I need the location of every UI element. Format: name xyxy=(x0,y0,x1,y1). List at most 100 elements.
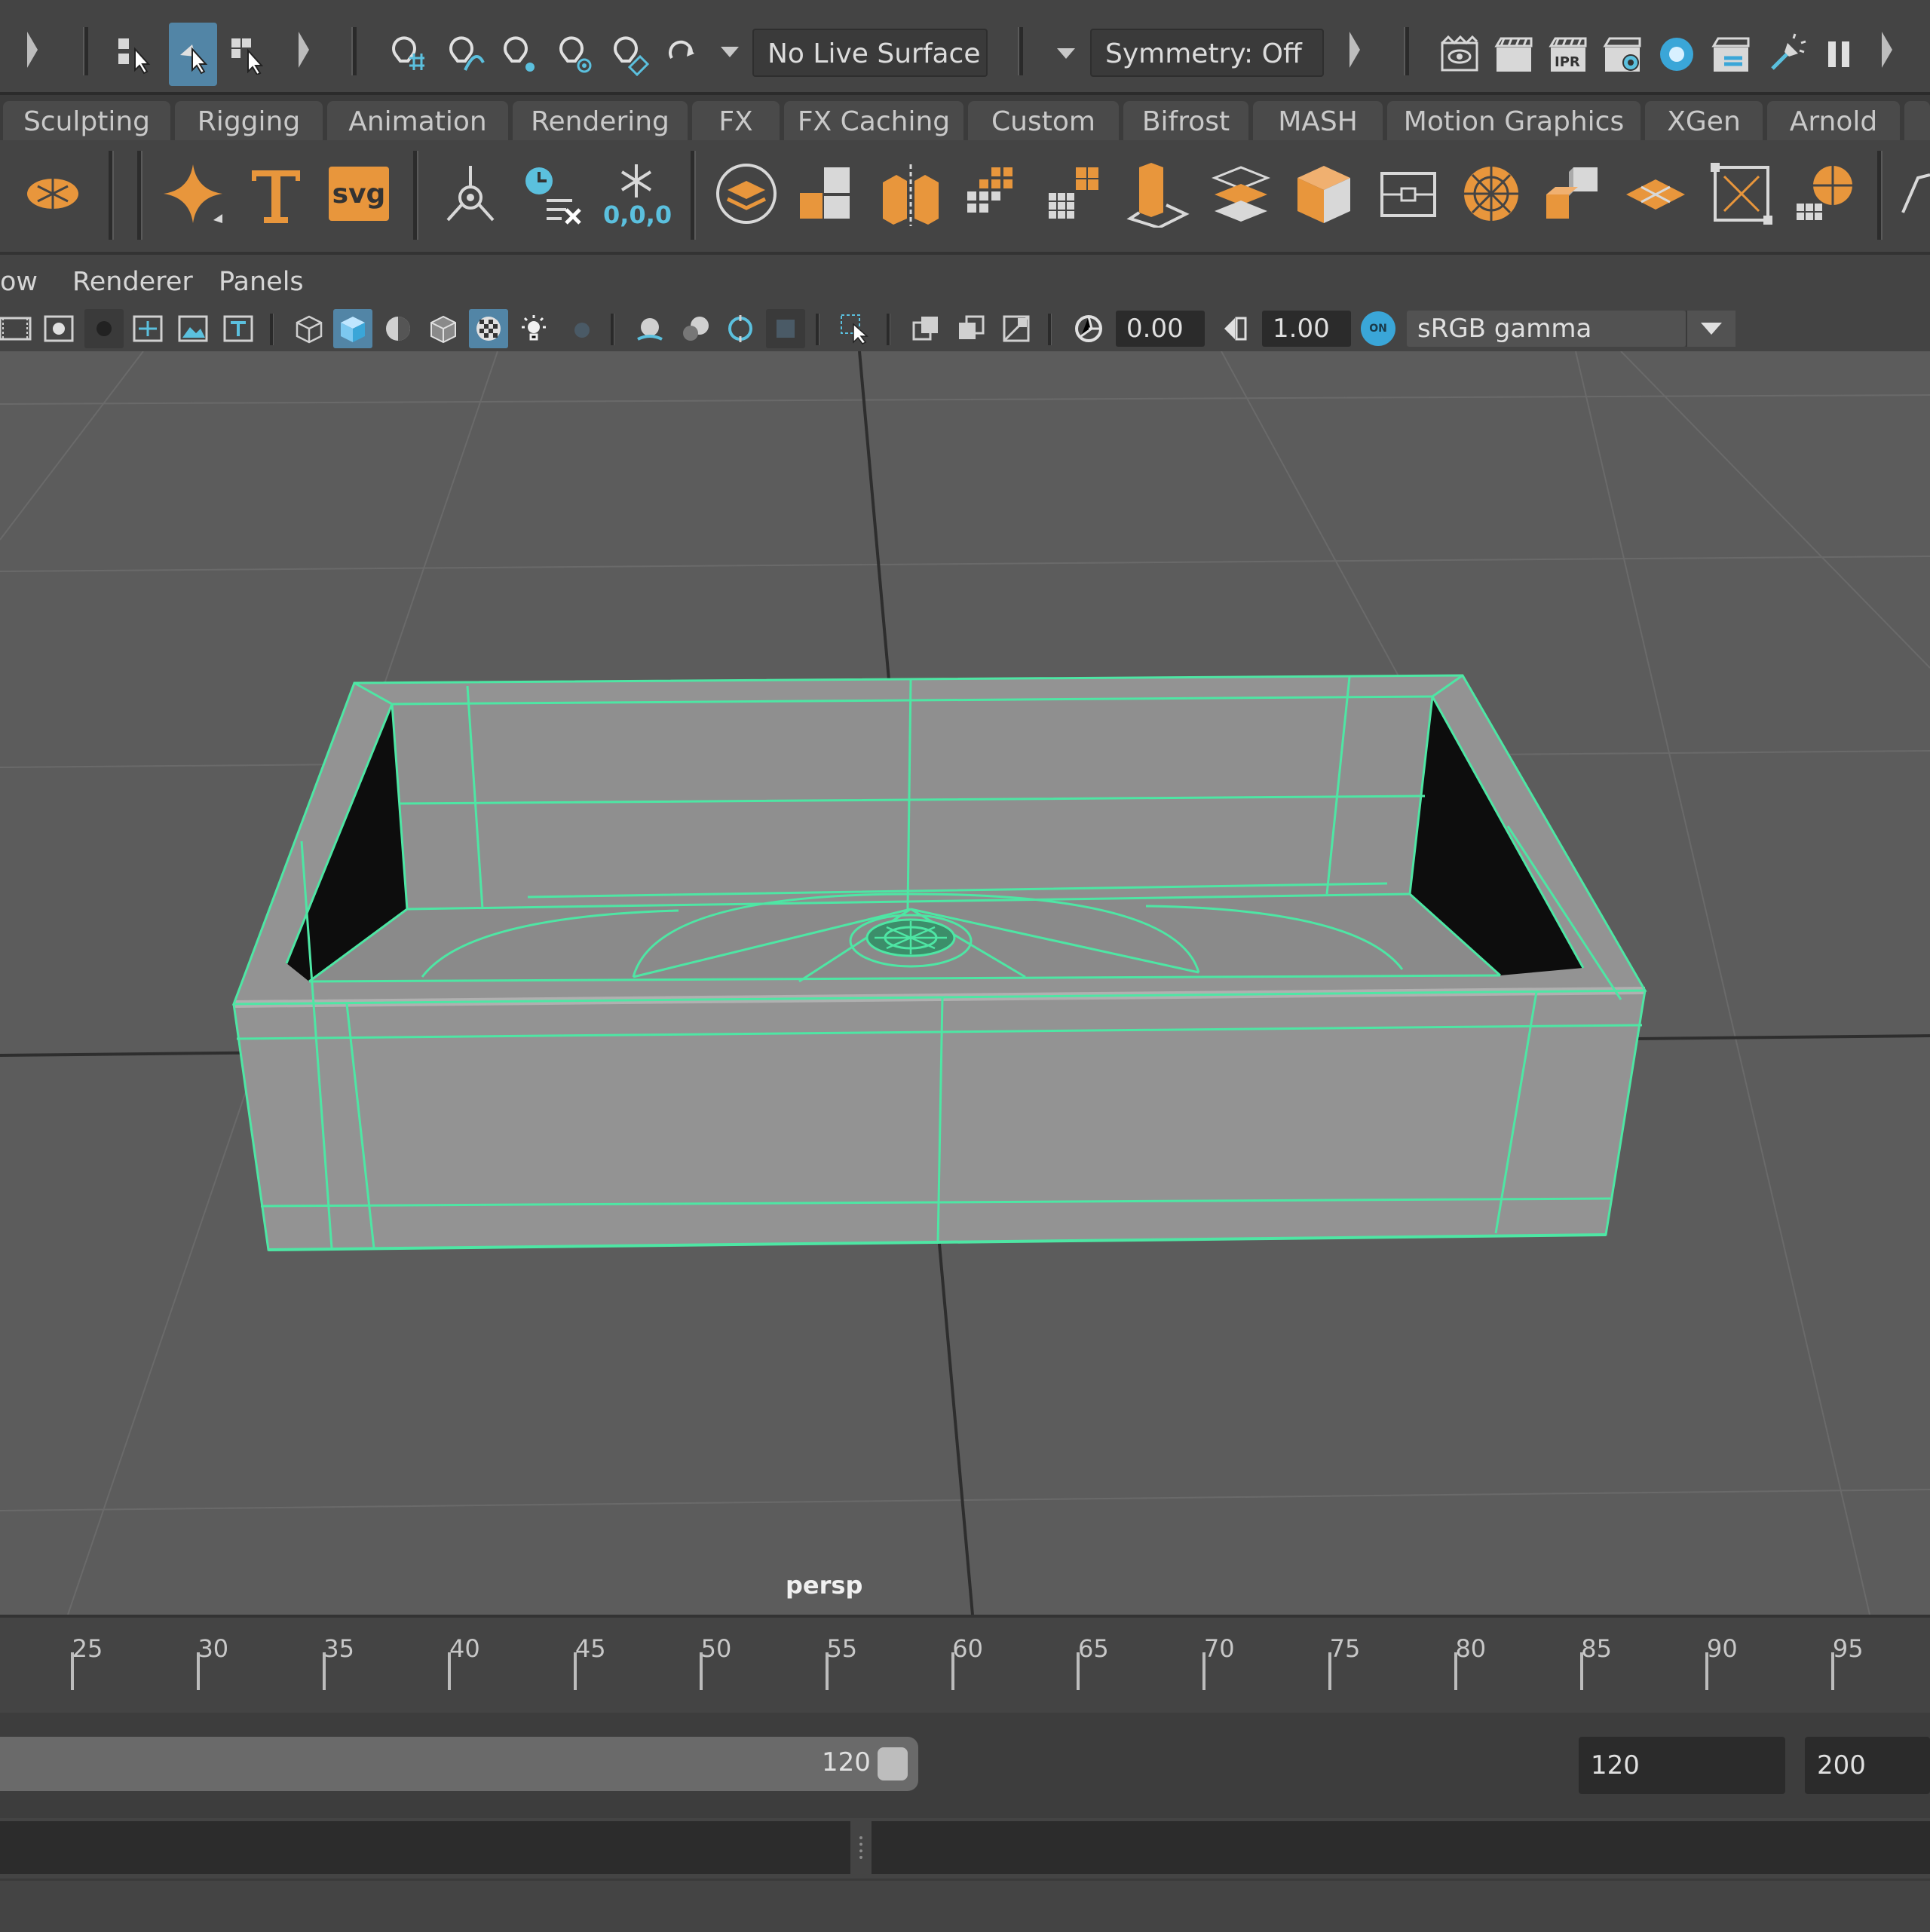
tab-animation[interactable]: Animation xyxy=(327,101,508,143)
make-live-icon[interactable] xyxy=(605,23,653,86)
select-by-component-icon[interactable] xyxy=(226,23,271,86)
xray-components-icon[interactable] xyxy=(997,309,1036,348)
smooth-shade-all-icon[interactable] xyxy=(333,309,372,348)
light-editor-icon[interactable] xyxy=(1763,23,1811,86)
tab-motion-graphics[interactable]: Motion Graphics xyxy=(1387,101,1640,143)
film-gate-icon[interactable] xyxy=(0,309,35,348)
sweep-mesh-icon[interactable] xyxy=(15,152,90,235)
textured-icon[interactable] xyxy=(469,309,508,348)
joint-tool-icon[interactable] xyxy=(433,152,508,235)
snap-together-icon[interactable] xyxy=(659,23,707,86)
uv-layout-icon[interactable] xyxy=(790,152,865,235)
playback-end-field[interactable]: 120 xyxy=(1579,1737,1785,1794)
bounding-box-icon[interactable] xyxy=(1371,152,1446,235)
wireframe-icon[interactable] xyxy=(290,309,329,348)
tab-bifrost[interactable]: Bifrost xyxy=(1123,101,1248,143)
render-current-frame-icon[interactable] xyxy=(1490,23,1538,86)
select-by-object-icon[interactable] xyxy=(169,23,217,86)
mirror-geometry-icon[interactable] xyxy=(873,152,948,235)
isolate-select-icon[interactable] xyxy=(835,309,875,348)
tab-custom[interactable]: Custom xyxy=(968,101,1119,143)
gamma-icon[interactable] xyxy=(1215,309,1254,348)
sparkle-star-icon[interactable] xyxy=(155,152,231,235)
poly-grid-icon[interactable] xyxy=(954,152,1030,235)
menu-panels[interactable]: Panels xyxy=(219,267,304,297)
delete-history-icon[interactable] xyxy=(516,152,591,235)
depth-of-field-icon[interactable] xyxy=(766,309,805,348)
resolution-gate-icon[interactable] xyxy=(39,309,78,348)
svg-icon[interactable]: svg xyxy=(321,152,397,235)
collapse-arrow-icon[interactable] xyxy=(299,32,309,68)
snap-to-grid-icon[interactable] xyxy=(383,23,431,86)
tab-fx[interactable]: FX xyxy=(692,101,780,143)
render-settings-icon[interactable] xyxy=(1598,23,1647,86)
scale-frame-icon[interactable] xyxy=(1704,152,1779,235)
xray-joints-icon[interactable] xyxy=(951,309,991,348)
exposure-icon[interactable] xyxy=(1069,309,1108,348)
field-chart-icon[interactable] xyxy=(128,309,167,348)
perspective-viewport[interactable]: persp xyxy=(0,351,1930,1615)
collapse-arrow-icon[interactable] xyxy=(1882,32,1892,68)
select-by-hierarchy-icon[interactable] xyxy=(113,23,158,86)
range-slider-bar[interactable] xyxy=(0,1737,918,1791)
collapse-arrow-icon[interactable] xyxy=(27,32,38,68)
symmetry-chevron-down-icon[interactable] xyxy=(1057,48,1075,59)
curve-tool-icon[interactable] xyxy=(1895,152,1930,235)
open-render-view-icon[interactable] xyxy=(1435,23,1484,86)
view-transform-dropdown[interactable] xyxy=(1686,311,1735,347)
exposure-field[interactable]: 0.00 xyxy=(1116,311,1205,347)
extrude-icon[interactable] xyxy=(1120,152,1196,235)
layered-planes-icon[interactable] xyxy=(1203,152,1279,235)
wireframe-on-shaded-icon[interactable] xyxy=(424,309,463,348)
shadows-icon[interactable] xyxy=(559,309,599,348)
screen-space-ao-icon[interactable] xyxy=(630,309,669,348)
snap-to-curve-icon[interactable] xyxy=(440,23,489,86)
gate-mask-icon[interactable] xyxy=(84,309,124,348)
symmetry-field[interactable]: Symmetry: Off xyxy=(1090,29,1324,77)
command-input[interactable] xyxy=(0,1821,850,1874)
collapse-arrow-icon[interactable] xyxy=(1349,32,1360,68)
menu-show[interactable]: ow xyxy=(0,267,38,297)
poly-sphere-icon[interactable] xyxy=(1454,152,1529,235)
color-management-toggle-icon[interactable]: ON xyxy=(1359,309,1398,348)
poly-reduce-icon[interactable] xyxy=(1037,152,1113,235)
sphere-grid-icon[interactable] xyxy=(1787,152,1862,235)
gamma-field[interactable]: 1.00 xyxy=(1262,311,1351,347)
tab-arnold[interactable]: Arnold xyxy=(1767,101,1900,143)
snap-to-point-icon[interactable] xyxy=(495,23,543,86)
svg-label: svg xyxy=(329,167,389,221)
safe-title-icon[interactable] xyxy=(219,309,258,348)
live-surface-field[interactable]: No Live Surface xyxy=(752,29,988,77)
menu-renderer[interactable]: Renderer xyxy=(72,267,193,297)
xray-icon[interactable] xyxy=(906,309,945,348)
tab-fx-caching[interactable]: FX Caching xyxy=(784,101,963,143)
pause-viewport-icon[interactable] xyxy=(1817,23,1862,86)
anti-aliasing-icon[interactable] xyxy=(721,309,760,348)
animation-end-field[interactable]: 200 xyxy=(1805,1737,1930,1794)
hypershade-icon[interactable] xyxy=(1653,23,1701,86)
tab-mash[interactable]: MASH xyxy=(1253,101,1383,143)
default-material-icon[interactable] xyxy=(378,309,418,348)
safe-action-icon[interactable] xyxy=(173,309,213,348)
ipr-render-icon[interactable]: IPR xyxy=(1544,23,1592,86)
time-slider[interactable]: 25 30 35 40 45 50 55 60 65 70 75 80 85 90 95 xyxy=(0,1615,1930,1716)
tab-rendering[interactable]: Rendering xyxy=(513,101,688,143)
type-text-icon[interactable] xyxy=(238,152,314,235)
tab-more[interactable] xyxy=(1904,101,1930,143)
freeze-transforms-icon[interactable]: 0,0,0 xyxy=(599,152,674,235)
use-all-lights-icon[interactable] xyxy=(514,309,553,348)
range-end-handle[interactable] xyxy=(878,1747,908,1780)
tab-sculpting[interactable]: Sculpting xyxy=(3,101,170,143)
splitter-handle[interactable] xyxy=(859,1836,865,1859)
layer-stack-icon[interactable] xyxy=(709,152,784,235)
tab-rigging[interactable]: Rigging xyxy=(175,101,323,143)
motion-blur-icon[interactable] xyxy=(676,309,715,348)
snap-to-view-plane-icon[interactable] xyxy=(550,23,599,86)
poly-cube-icon[interactable] xyxy=(1286,152,1362,235)
snap-options-chevron-down-icon[interactable] xyxy=(721,47,739,57)
view-transform-select[interactable]: sRGB gamma xyxy=(1407,311,1686,347)
poly-plane-icon[interactable] xyxy=(1618,152,1693,235)
cube-pair-icon[interactable] xyxy=(1535,152,1610,235)
tab-xgen[interactable]: XGen xyxy=(1645,101,1763,143)
render-setup-icon[interactable] xyxy=(1707,23,1755,86)
